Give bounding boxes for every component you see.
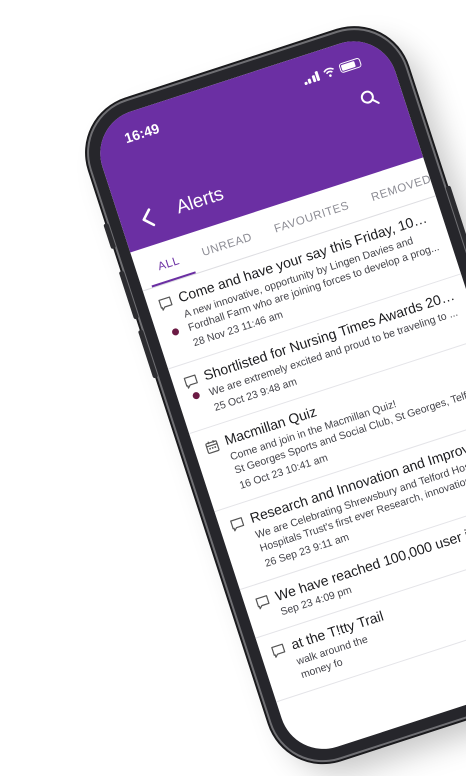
message-icon bbox=[230, 517, 245, 532]
back-arrow-icon[interactable] bbox=[138, 207, 157, 230]
calendar-icon bbox=[205, 439, 220, 454]
message-icon bbox=[183, 374, 198, 389]
unread-dot bbox=[191, 391, 201, 401]
wifi-icon bbox=[323, 67, 334, 77]
signal-icon bbox=[302, 70, 321, 86]
message-icon bbox=[271, 643, 286, 658]
page-title: Alerts bbox=[173, 183, 227, 219]
battery-icon bbox=[338, 57, 363, 74]
message-icon bbox=[158, 296, 173, 311]
phone-mockup: 16:49 Alerts ALL UNREAD FAVOURITES REMOV… bbox=[75, 16, 466, 775]
status-time: 16:49 bbox=[122, 119, 162, 147]
unread-dot bbox=[171, 327, 180, 337]
phone-screen: 16:49 Alerts ALL UNREAD FAVOURITES REMOV… bbox=[88, 29, 466, 761]
message-icon bbox=[255, 595, 270, 610]
search-icon[interactable] bbox=[358, 87, 381, 110]
status-icons bbox=[301, 56, 363, 86]
